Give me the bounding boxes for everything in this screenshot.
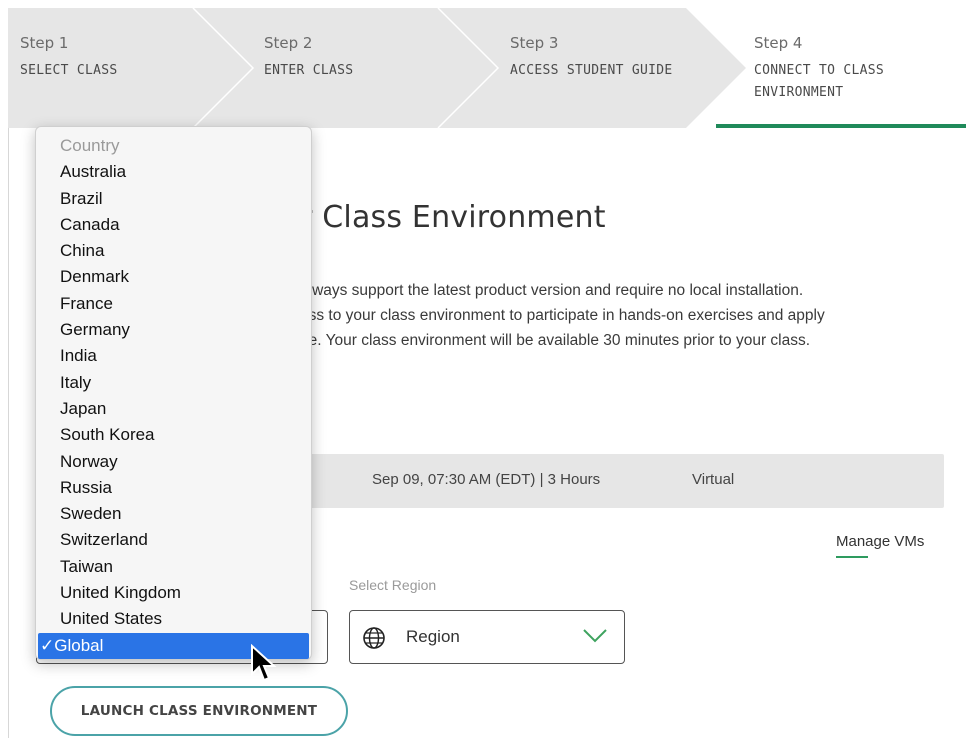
step-title-line2: ENVIRONMENT [754,85,844,100]
session-mode: Virtual [692,471,735,488]
manage-vms-link[interactable]: Manage VMs [836,533,924,550]
step-title: CONNECT TO CLASS ENVIRONMENT [754,60,954,104]
step-title-line1: CONNECT TO CLASS [754,63,885,78]
active-step-indicator [716,124,966,128]
mouse-cursor-icon [250,643,278,689]
content-border [8,128,9,738]
session-datetime: Sep 09, 07:30 AM (EDT) | 3 Hours [372,471,601,488]
dropdown-option[interactable]: India [36,343,311,369]
page-title: r Class Environment [300,200,606,235]
description-line: ne. Your class environment will be avail… [300,332,811,349]
launch-class-environment-button[interactable]: LAUNCH CLASS ENVIRONMENT [50,686,348,736]
dropdown-option[interactable]: Norway [36,449,311,475]
step-number: Step 3 [510,34,559,52]
step-title: SELECT CLASS [20,63,118,78]
step-4-active[interactable]: Step 4 CONNECT TO CLASS ENVIRONMENT [754,34,954,104]
step-title: ENTER CLASS [264,63,354,78]
dropdown-option[interactable]: Russia [36,475,311,501]
selected-option-label: Global [54,635,104,655]
chevron-down-icon [582,627,608,650]
dropdown-option[interactable]: United States [36,606,311,632]
globe-icon [362,626,386,655]
country-dropdown-menu: Country Australia Brazil Canada China De… [35,126,312,660]
region-select[interactable]: Region [349,610,625,664]
step-3[interactable]: Step 3 ACCESS STUDENT GUIDE [510,34,673,82]
dropdown-option[interactable]: Taiwan [36,554,311,580]
dropdown-option[interactable]: Brazil [36,186,311,212]
step-1[interactable]: Step 1 SELECT CLASS [20,34,118,82]
dropdown-option[interactable]: South Korea [36,422,311,448]
session-info-bar: Sep 09, 07:30 AM (EDT) | 3 Hours Virtual [300,454,944,508]
progress-stepper: Step 1 SELECT CLASS Step 2 ENTER CLASS S… [8,8,966,128]
dropdown-option[interactable]: Italy [36,370,311,396]
dropdown-option[interactable]: Japan [36,396,311,422]
dropdown-placeholder: Country [60,136,120,155]
manage-vms-underline [836,556,868,558]
step-title: ACCESS STUDENT GUIDE [510,63,673,78]
dropdown-option[interactable]: United Kingdom [36,580,311,606]
dropdown-option[interactable]: Germany [36,317,311,343]
description: always support the latest product versio… [300,278,950,353]
step-number: Step 2 [264,34,313,52]
region-label: Select Region [349,577,437,593]
step-number: Step 4 [754,34,803,52]
dropdown-option[interactable]: Switzerland [36,527,311,553]
step-2[interactable]: Step 2 ENTER CLASS [264,34,353,82]
step-number: Step 1 [20,34,69,52]
dropdown-option[interactable]: Denmark [36,264,311,290]
region-value: Region [406,627,460,646]
checkmark-icon: ✓ [40,635,55,655]
description-line: always support the latest product versio… [300,282,804,299]
dropdown-option[interactable]: Australia [36,159,311,185]
dropdown-option[interactable]: China [36,238,311,264]
dropdown-option[interactable]: Sweden [36,501,311,527]
dropdown-option[interactable]: Canada [36,212,311,238]
description-line: ess to your class environment to partici… [300,307,825,324]
dropdown-option[interactable]: France [36,291,311,317]
